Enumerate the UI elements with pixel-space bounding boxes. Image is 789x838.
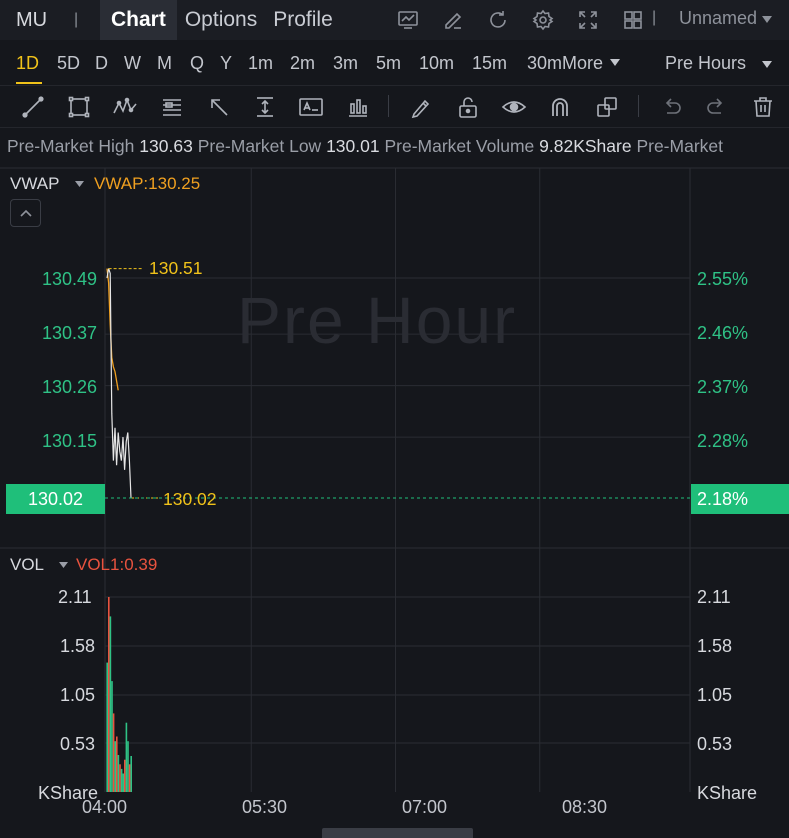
price-axis-left-tick: 130.26 [41, 377, 97, 397]
volume-bar [125, 722, 128, 792]
volume-bar [120, 768, 123, 792]
volume-axis-right-tick: 1.05 [697, 685, 733, 705]
vwap-line [106, 268, 119, 391]
time-axis-tick: 07:00 [402, 797, 448, 817]
high-price-annotation: 130.51 [149, 258, 203, 278]
price-axis-left-tick: 130.37 [41, 323, 97, 343]
chevron-up-icon [19, 209, 32, 217]
volume-axis-right-tick: 0.53 [697, 734, 733, 754]
time-axis-tick: 05:30 [242, 797, 288, 817]
volume-bar [127, 741, 129, 792]
vwap-chevron-down-icon[interactable] [75, 181, 84, 188]
price-axis-left-tick: 130.49 [41, 269, 97, 289]
pre-hour-watermark: Pre Hour [237, 283, 518, 357]
vol-indicator-label[interactable]: VOL [10, 555, 44, 575]
price-line [106, 268, 132, 499]
volume-bar [106, 662, 108, 792]
volume-bar [108, 597, 110, 792]
volume-bar [112, 713, 115, 792]
volume-bar [111, 681, 113, 792]
last-price-annotation: 130.02 [163, 489, 217, 509]
volume-bar [109, 616, 112, 792]
vwap-indicator-value: VWAP:130.25 [94, 174, 201, 193]
panel-resize-handle[interactable] [322, 828, 473, 838]
volume-bar [130, 756, 132, 792]
chart-grid [0, 167, 789, 792]
volume-bar [119, 764, 121, 792]
time-axis-tick: 08:30 [562, 797, 608, 817]
volume-bar [124, 759, 126, 792]
volume-bar [114, 741, 116, 792]
current-percent-tag: 2.18% [691, 484, 789, 514]
volume-bar [116, 736, 118, 792]
volume-unit-right: KShare [697, 783, 758, 803]
volume-axis-right-tick: 1.58 [697, 636, 733, 656]
price-axis-right-tick: 2.46% [697, 323, 749, 343]
volume-axis-left-tick: 1.05 [60, 685, 96, 705]
price-axis-right-tick: 2.37% [697, 377, 749, 397]
time-axis-tick: 04:00 [82, 797, 128, 817]
chart-canvas[interactable] [0, 0, 789, 838]
price-axis-left-tick: 130.15 [41, 431, 97, 451]
volume-bar [128, 764, 131, 792]
price-axis-right-tick: 2.55% [697, 269, 749, 289]
vol-indicator-value: VOL1:0.39 [76, 555, 158, 574]
volume-bar [122, 773, 124, 792]
volume-axis-left-tick: 1.58 [60, 636, 96, 656]
price-axis-right-tick: 2.28% [697, 431, 749, 451]
current-price-tag: 130.02 [6, 484, 105, 514]
collapse-panel-button[interactable] [10, 199, 41, 227]
volume-axis-right-tick: 2.11 [697, 587, 731, 607]
volume-axis-left-tick: 0.53 [60, 734, 96, 754]
vwap-indicator-label[interactable]: VWAP [10, 174, 59, 194]
vol-chevron-down-icon[interactable] [59, 562, 68, 569]
volume-axis-left-tick: 2.11 [58, 587, 92, 607]
volume-bar [117, 755, 120, 792]
